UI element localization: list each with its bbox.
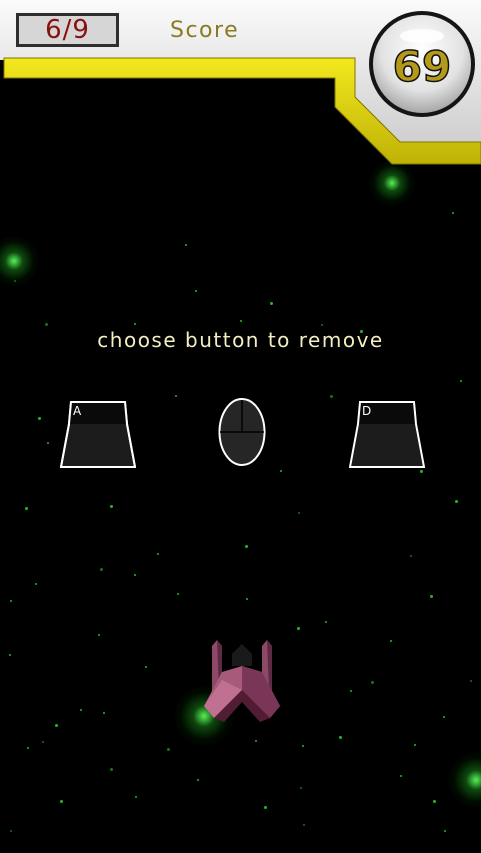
star [185,244,187,246]
progress-counter: 6/9 [16,13,119,47]
star [350,690,352,692]
star [145,666,147,668]
star [455,500,458,503]
star [303,824,305,826]
star [80,709,82,711]
star [10,600,12,602]
star [10,830,12,832]
star [339,736,342,739]
star [300,787,302,789]
star [246,598,248,600]
star [330,395,333,398]
star [390,640,392,642]
choose-button-prompt: choose button to remove [97,328,384,352]
star [9,654,11,656]
star [452,212,454,214]
star [35,583,37,585]
star [245,545,248,548]
key-a-button[interactable]: A [60,398,136,470]
star [280,470,282,472]
star [135,796,137,798]
star [460,380,462,382]
star [321,324,323,326]
player-ship [200,636,284,726]
star [444,830,446,832]
key-a-label: A [73,404,82,418]
star [420,470,423,473]
star [98,634,100,636]
mouse-button[interactable] [218,397,266,467]
star [255,740,257,742]
star [25,507,28,510]
star [38,417,41,420]
star [264,806,267,809]
star [60,800,63,803]
star [175,395,177,397]
star [443,716,445,718]
star [400,775,402,777]
star [103,712,105,714]
star [410,555,412,557]
score-value: 69 [392,41,452,92]
glowing-star [0,236,39,286]
star [27,747,29,749]
star [100,568,103,571]
star [240,320,242,322]
star [157,553,159,555]
key-d-button[interactable]: D [349,398,425,470]
star [270,302,273,305]
star [298,512,300,514]
star [55,724,58,727]
star [325,621,327,623]
game-stage[interactable]: 6/9 Score 69 choose button to remove A D [0,0,481,853]
star [470,680,472,682]
mouse-icon [218,398,266,466]
key-d-label: D [362,404,372,418]
score-label: Score [170,18,240,43]
star [414,744,416,746]
star [433,800,436,803]
star [197,779,199,781]
star [47,442,49,444]
star [167,748,170,751]
hud-panel: 6/9 Score 69 [0,0,481,170]
star [110,505,113,508]
star [110,768,113,771]
star [45,323,48,326]
star [177,593,179,595]
star [195,290,197,292]
glowing-star [448,752,481,808]
key-a-icon [60,401,136,468]
star [134,323,136,325]
ship-icon [204,640,280,722]
star [302,745,304,747]
progress-text: 6/9 [45,15,90,45]
star [297,627,300,630]
star [134,574,136,576]
star [42,741,44,743]
star [430,595,433,598]
glowing-star [369,160,415,206]
key-d-icon [349,401,425,468]
star [371,681,374,684]
